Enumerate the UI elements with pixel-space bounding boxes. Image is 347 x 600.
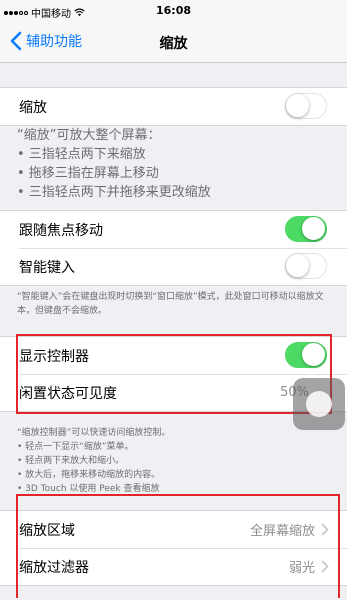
- zoom-controller-icon[interactable]: [293, 378, 345, 430]
- controller-note-line: • 轻点两下来放大和缩小。: [17, 456, 125, 466]
- controller-instructions: “缩放控制器”可以快速访问缩放控制。 • 轻点一下显示“缩放”菜单。 • 轻点两…: [17, 426, 337, 496]
- toggle-knob: [286, 254, 309, 277]
- follow-focus-toggle[interactable]: [285, 216, 327, 242]
- highlight-box: [16, 494, 340, 598]
- smart-typing-toggle[interactable]: [285, 253, 327, 279]
- zoom-row: 缩放: [0, 88, 347, 125]
- toggle-knob: [286, 94, 309, 117]
- zoom-note-line: • 拖移三指在屏幕上移动: [17, 166, 159, 181]
- zoom-note-line: • 三指轻点两下并拖移来更改缩放: [17, 185, 211, 200]
- zoom-note-line: • 三指轻点两下来缩放: [17, 147, 146, 162]
- zoom-group: 缩放: [0, 87, 347, 126]
- status-bar: 中国移动 16:08: [0, 0, 347, 22]
- page-title: 缩放: [159, 36, 188, 52]
- controller-knob: [306, 391, 332, 417]
- clock: 16:08: [155, 4, 191, 17]
- focus-typing-group: 跟随焦点移动 智能键入: [0, 210, 347, 286]
- smart-typing-note: “智能键入”会在键盘出现时切换到“窗口缩放”模式，此处窗口可移动以缩放文本，但键…: [17, 292, 324, 316]
- highlight-box: [16, 334, 332, 414]
- controller-note-line: “缩放控制器”可以快速访问缩放控制。: [17, 428, 171, 438]
- toggle-knob: [302, 217, 325, 240]
- follow-focus-row: 跟随焦点移动: [0, 211, 347, 248]
- zoom-instructions: “缩放”可放大整个屏幕： • 三指轻点两下来缩放 • 拖移三指在屏幕上移动 • …: [17, 126, 337, 202]
- navigation-bar: 辅助功能 缩放: [0, 22, 347, 63]
- zoom-note-line: “缩放”可放大整个屏幕：: [17, 128, 161, 143]
- controller-note-line: • 放大后，拖移来移动缩放的内容。: [17, 470, 161, 480]
- zoom-toggle[interactable]: [285, 93, 327, 119]
- smart-typing-row: 智能键入: [0, 248, 347, 285]
- controller-note-line: • 轻点一下显示“缩放”菜单。: [17, 442, 134, 452]
